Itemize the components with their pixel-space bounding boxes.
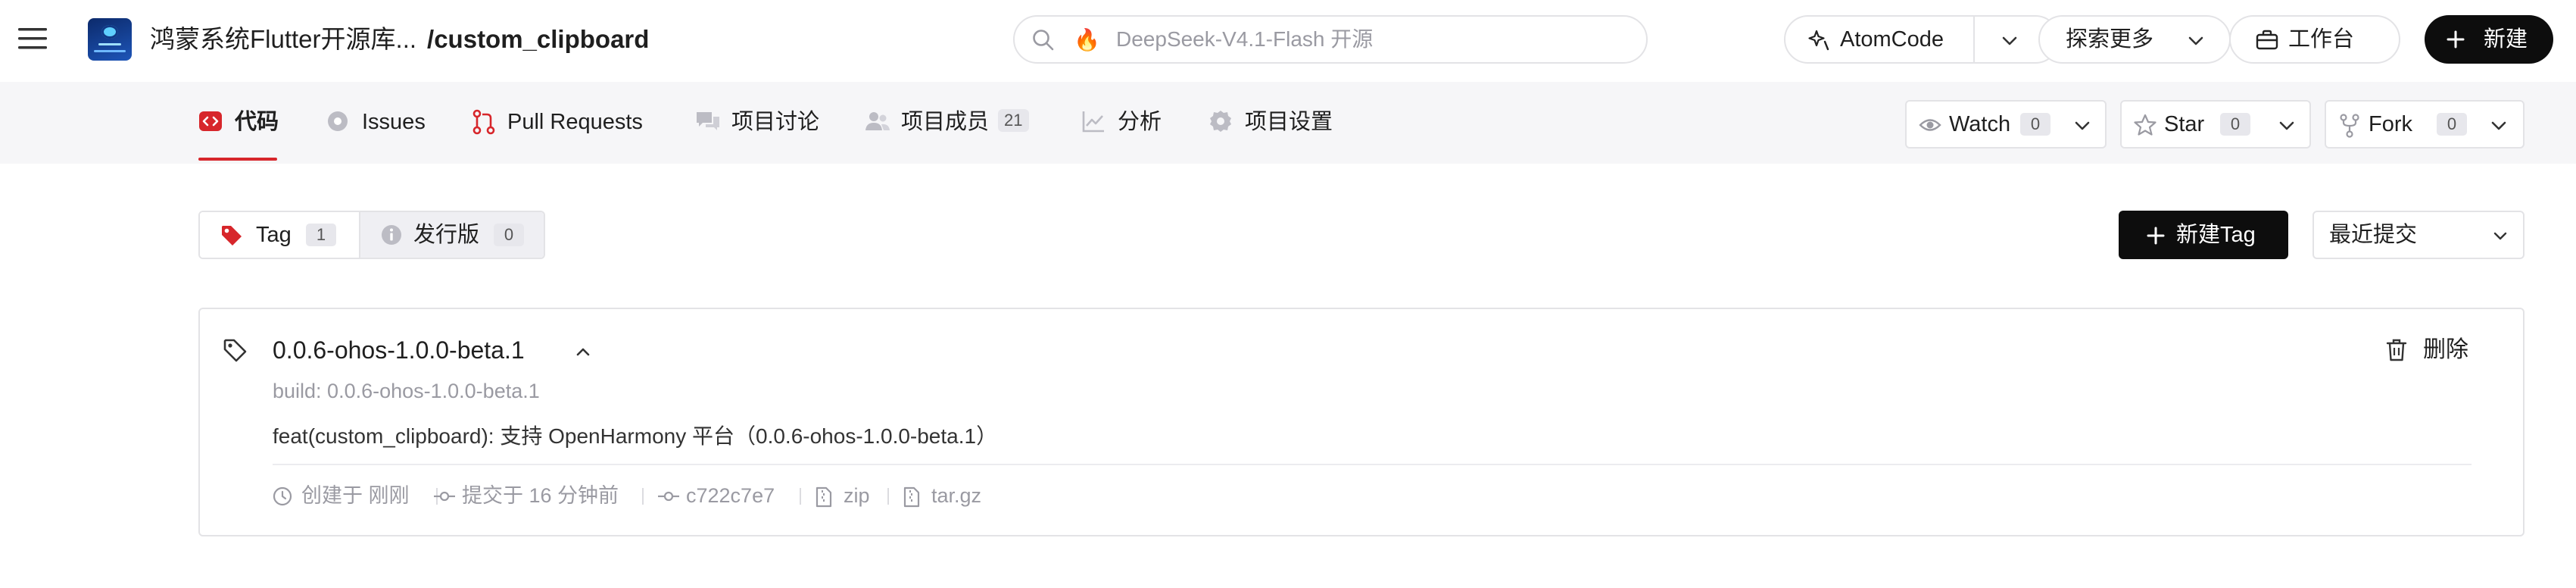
star-icon [2134, 114, 2157, 136]
chevron-down-icon [2490, 226, 2511, 247]
sort-select[interactable]: 最近提交 [2312, 211, 2525, 259]
release-tab[interactable]: 发行版 0 [359, 212, 544, 258]
org-name-link[interactable]: 鸿蒙系统Flutter开源库... [150, 25, 416, 53]
atomcode-button[interactable]: AtomCode [1784, 15, 2060, 64]
repo-breadcrumb: 鸿蒙系统Flutter开源库... /custom_clipboard [150, 20, 649, 59]
tag-build-text: build: 0.0.6-ohos-1.0.0-beta.1 [273, 380, 540, 402]
tab-members-label: 项目成员 [901, 110, 990, 134]
star-button[interactable]: Star 0 [2120, 100, 2311, 149]
explore-more-button[interactable]: 探索更多 [2038, 15, 2231, 64]
tag-name-link[interactable]: 0.0.6-ohos-1.0.0-beta.1 [273, 333, 525, 367]
atomcode-label: AtomCode [1840, 27, 1944, 52]
sparkle-icon [1808, 29, 1831, 52]
members-icon [865, 109, 890, 133]
briefcase-icon [2255, 29, 2279, 52]
chevron-down-icon [2072, 115, 2093, 136]
new-tag-button[interactable]: 新建Tag [2119, 211, 2288, 259]
active-tab-indicator [198, 158, 277, 161]
tag-count: 1 [306, 224, 336, 246]
tag-outline-icon [223, 338, 248, 364]
star-count: 0 [2220, 113, 2250, 136]
commit-icon [433, 486, 456, 506]
chevron-down-icon [2185, 30, 2206, 52]
release-tab-label: 发行版 [413, 223, 480, 247]
tag-tab-label: Tag [256, 223, 292, 247]
info-icon [380, 224, 403, 246]
fork-label: Fork [2369, 112, 2412, 136]
tab-discussions-label: 项目讨论 [731, 110, 820, 134]
commit-icon [657, 486, 680, 506]
watch-button[interactable]: Watch 0 [1905, 100, 2107, 149]
delete-label: 删除 [2423, 337, 2468, 362]
new-tag-label: 新建Tag [2176, 223, 2256, 247]
tab-pull-requests-label: Pull Requests [507, 110, 643, 134]
watch-label: Watch [1949, 112, 2011, 136]
search-icon [1031, 28, 1056, 52]
repo-name-link[interactable]: /custom_clipboard [427, 25, 649, 53]
zip-label: zip [844, 484, 870, 507]
discussion-icon [695, 109, 721, 133]
plus-icon [2444, 28, 2467, 51]
eye-icon [1919, 114, 1941, 136]
zip-file-icon [815, 486, 833, 508]
issues-icon [326, 109, 350, 133]
committed-text: 提交于 16 分钟前 [462, 484, 619, 507]
tab-analytics-label: 分析 [1118, 110, 1162, 134]
tab-issues-label: Issues [362, 110, 426, 134]
sort-select-value: 最近提交 [2329, 223, 2418, 247]
tag-release-switch: Tag 1 发行版 0 [198, 211, 545, 259]
fire-icon: 🔥 [1074, 28, 1100, 52]
workbench-button[interactable]: 工作台 [2229, 15, 2400, 64]
chevron-down-icon [2276, 115, 2297, 136]
trash-icon [2385, 338, 2408, 362]
tag-icon [220, 224, 244, 248]
new-button[interactable]: 新建 [2425, 15, 2553, 64]
new-button-label: 新建 [2484, 27, 2528, 52]
top-header: 鸿蒙系统Flutter开源库... /custom_clipboard 🔥 Dee… [0, 0, 2576, 79]
settings-icon [1208, 109, 1233, 133]
fork-count: 0 [2437, 113, 2467, 136]
commit-hash: c722c7e7 [686, 484, 775, 507]
tag-message: feat(custom_clipboard): 支持 OpenHarmony 平… [273, 424, 998, 448]
tag-card: 0.0.6-ohos-1.0.0-beta.1 build: 0.0.6-oho… [198, 308, 2525, 536]
tab-code-label: 代码 [235, 110, 279, 134]
clock-icon [273, 486, 292, 506]
divider [273, 464, 2472, 465]
fork-icon [2338, 114, 2361, 138]
watch-count: 0 [2020, 113, 2051, 136]
tab-settings-label: 项目设置 [1245, 110, 1333, 134]
fork-button[interactable]: Fork 0 [2325, 100, 2525, 149]
chevron-up-icon[interactable] [574, 342, 592, 361]
star-label: Star [2164, 112, 2205, 136]
code-icon [198, 109, 223, 133]
menu-icon[interactable] [17, 23, 48, 55]
chevron-down-icon [2488, 115, 2509, 136]
pull-request-icon [471, 109, 497, 135]
analytics-icon [1081, 109, 1106, 133]
tag-tab[interactable]: Tag 1 [200, 212, 359, 258]
zip-file-icon [903, 486, 921, 508]
search-input[interactable]: 🔥 DeepSeek-V4.1-Flash 开源 [1013, 15, 1648, 64]
targz-label: tar.gz [931, 484, 982, 507]
atomcode-dropdown-icon[interactable] [1999, 30, 2020, 52]
workbench-label: 工作台 [2288, 27, 2355, 52]
tab-code[interactable]: 代码 [198, 82, 282, 164]
explore-more-label: 探索更多 [2066, 27, 2154, 52]
plus-icon [2146, 226, 2166, 246]
release-count: 0 [494, 224, 524, 246]
org-logo[interactable] [88, 18, 132, 61]
created-text: 创建于 刚刚 [301, 484, 410, 507]
members-count-badge: 21 [998, 109, 1029, 133]
search-placeholder: DeepSeek-V4.1-Flash 开源 [1116, 27, 1374, 51]
